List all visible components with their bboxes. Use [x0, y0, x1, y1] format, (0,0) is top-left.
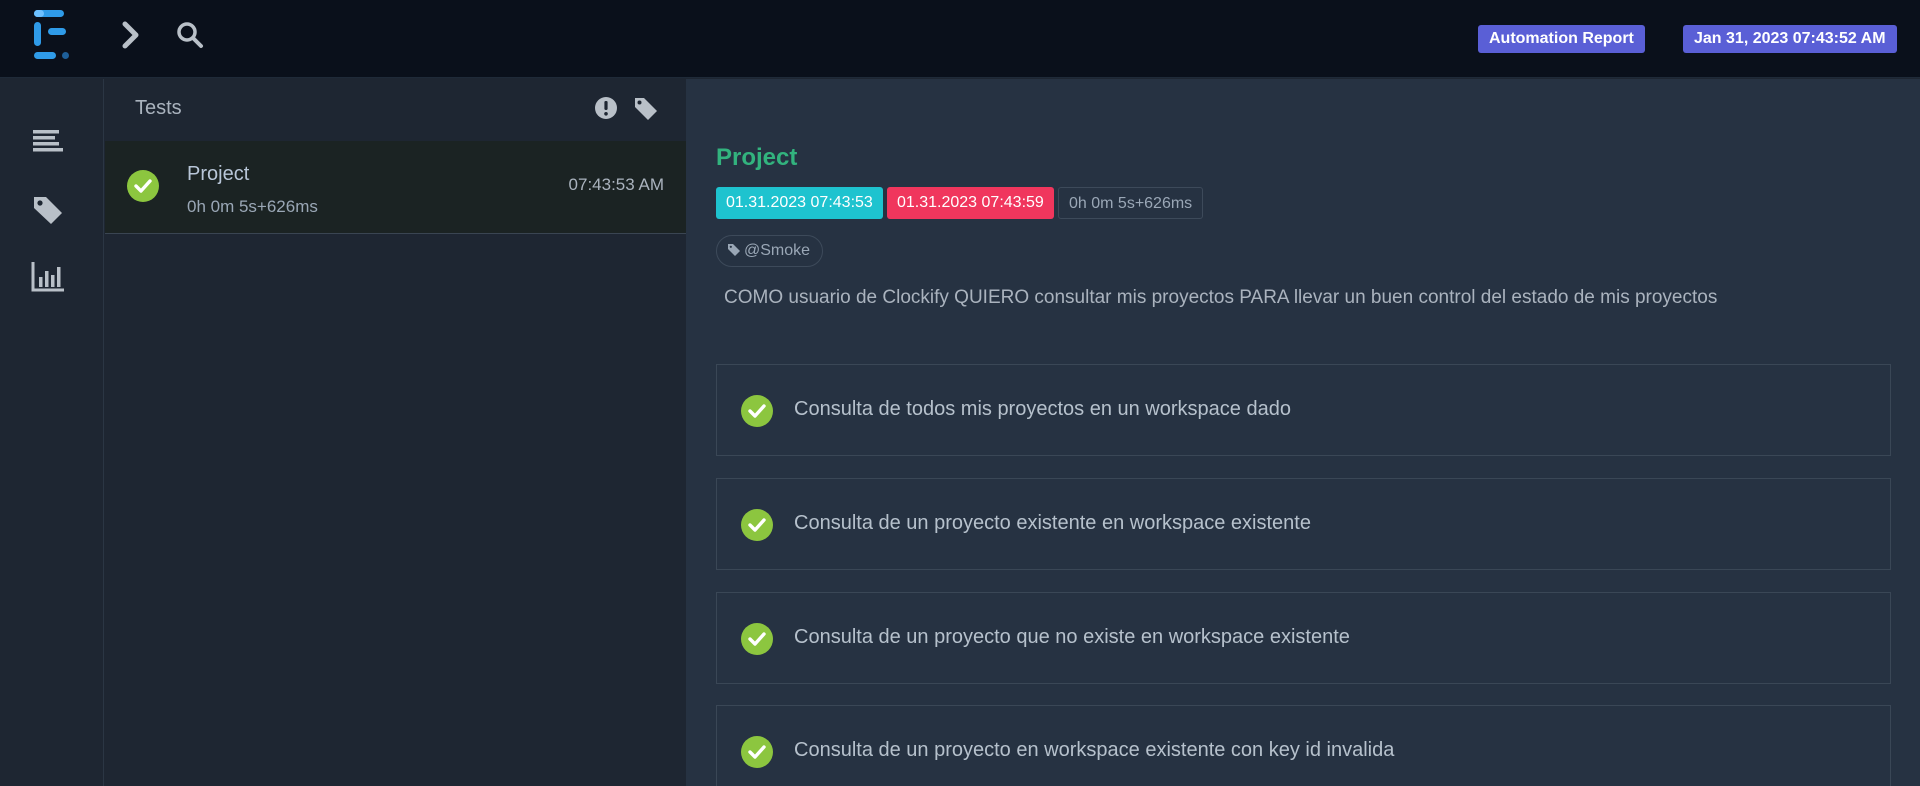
- duration-badge: 0h 0m 5s+626ms: [1058, 187, 1204, 219]
- tests-panel-title: Tests: [135, 97, 182, 119]
- category-tag-label: @Smoke: [744, 242, 811, 259]
- search-icon[interactable]: [175, 20, 205, 50]
- pass-check-icon: [127, 170, 159, 202]
- start-time-badge: 01.31.2023 07:43:53: [716, 187, 883, 219]
- scenario-row[interactable]: Consulta de un proyecto que no existe en…: [716, 592, 1891, 684]
- pass-check-icon: [741, 623, 773, 655]
- extent-logo-icon[interactable]: [30, 8, 76, 62]
- pass-check-icon: [741, 395, 773, 427]
- scenario-row[interactable]: Consulta de un proyecto en workspace exi…: [716, 705, 1891, 786]
- chevron-right-icon[interactable]: [120, 20, 142, 50]
- test-time: 07:43:53 AM: [568, 175, 664, 194]
- dashboard-icon[interactable]: [31, 125, 65, 159]
- test-detail-panel: Project 01.31.2023 07:43:53 01.31.2023 0…: [686, 79, 1920, 786]
- tests-panel: Tests Project 0h 0m 5s+626ms 07:43:53 AM: [105, 79, 686, 786]
- test-name: Project: [187, 163, 250, 185]
- pass-check-icon: [741, 509, 773, 541]
- pass-check-icon: [741, 736, 773, 768]
- scenario-label: Consulta de un proyecto existente en wor…: [794, 512, 1311, 534]
- end-time-badge: 01.31.2023 07:43:59: [887, 187, 1054, 219]
- scenario-label: Consulta de un proyecto que no existe en…: [794, 626, 1350, 648]
- scenario-label: Consulta de un proyecto en workspace exi…: [794, 739, 1395, 761]
- exclamation-circle-icon[interactable]: [593, 95, 619, 121]
- report-badge: Automation Report: [1478, 25, 1645, 53]
- tag-icon: [728, 244, 740, 256]
- left-sidebar: [0, 79, 104, 786]
- tag-filter-icon[interactable]: [633, 95, 659, 121]
- test-duration: 0h 0m 5s+626ms: [187, 197, 318, 216]
- test-description: COMO usuario de Clockify QUIERO consulta…: [724, 287, 1718, 308]
- scenario-row[interactable]: Consulta de todos mis proyectos en un wo…: [716, 364, 1891, 456]
- scenario-label: Consulta de todos mis proyectos en un wo…: [794, 398, 1291, 420]
- scenario-row[interactable]: Consulta de un proyecto existente en wor…: [716, 478, 1891, 570]
- tag-icon[interactable]: [31, 193, 65, 227]
- category-tag[interactable]: @Smoke: [716, 235, 824, 267]
- detail-title: Project: [716, 144, 798, 171]
- bar-chart-icon[interactable]: [31, 259, 65, 293]
- report-date-badge: Jan 31, 2023 07:43:52 AM: [1683, 25, 1897, 53]
- test-list-item[interactable]: Project 0h 0m 5s+626ms 07:43:53 AM: [105, 141, 686, 234]
- top-navbar: Automation Report Jan 31, 2023 07:43:52 …: [0, 0, 1920, 78]
